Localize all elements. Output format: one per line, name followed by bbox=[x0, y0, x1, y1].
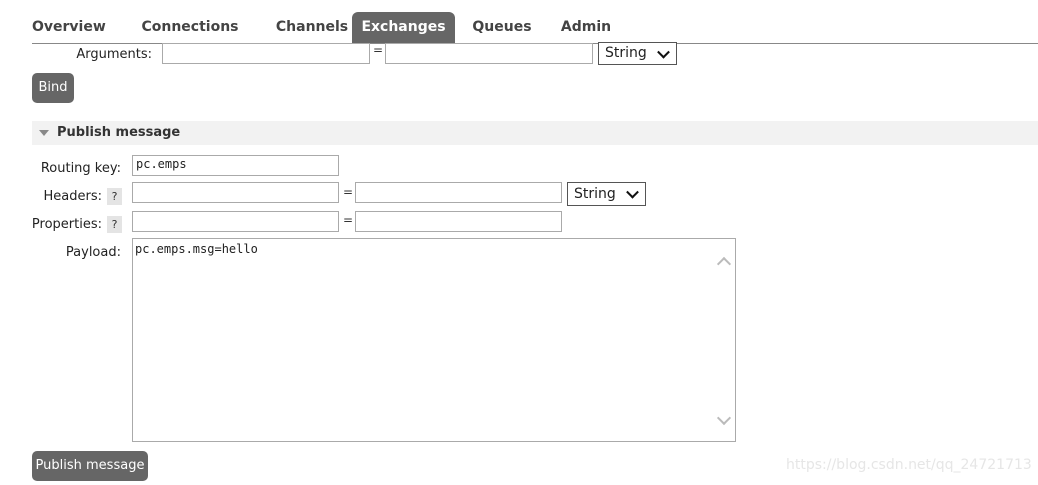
tab-connections[interactable]: Connections bbox=[130, 12, 250, 43]
routing-key-input[interactable]: pc.emps bbox=[132, 155, 339, 176]
payload-text: pc.emps.msg=hello bbox=[135, 242, 258, 256]
publish-message-button[interactable]: Publish message bbox=[32, 451, 148, 481]
bind-button[interactable]: Bind bbox=[32, 73, 74, 103]
headers-label: Headers: bbox=[43, 189, 103, 204]
header-type-value: String bbox=[574, 186, 616, 202]
property-value-input[interactable] bbox=[355, 211, 562, 232]
scroll-down-icon[interactable] bbox=[716, 410, 732, 426]
header-key-input[interactable] bbox=[132, 182, 339, 203]
properties-help-icon[interactable]: ? bbox=[107, 216, 122, 233]
nav-tabs: Overview Connections Channels Exchanges … bbox=[32, 12, 1038, 44]
property-key-input[interactable] bbox=[132, 211, 339, 232]
tab-overview[interactable]: Overview bbox=[32, 12, 106, 43]
headers-help-icon[interactable]: ? bbox=[107, 188, 122, 205]
scroll-up-icon[interactable] bbox=[716, 256, 732, 272]
tab-exchanges[interactable]: Exchanges bbox=[352, 12, 455, 43]
header-value-input[interactable] bbox=[355, 182, 562, 203]
argument-equals: = bbox=[373, 43, 384, 57]
tab-queues[interactable]: Queues bbox=[464, 12, 540, 43]
routing-key-label: Routing key: bbox=[40, 161, 121, 176]
payload-label: Payload: bbox=[65, 245, 121, 260]
argument-key-input[interactable] bbox=[162, 43, 370, 64]
properties-equals: = bbox=[343, 213, 354, 227]
properties-label: Properties: bbox=[31, 217, 102, 232]
arguments-label: Arguments: bbox=[76, 47, 152, 62]
argument-type-select[interactable]: String bbox=[598, 42, 677, 65]
headers-equals: = bbox=[343, 185, 354, 199]
tab-admin[interactable]: Admin bbox=[554, 12, 618, 43]
header-type-select[interactable]: String bbox=[567, 182, 646, 206]
tab-channels[interactable]: Channels bbox=[257, 12, 367, 43]
publish-section-header[interactable]: Publish message bbox=[32, 121, 1038, 145]
collapse-triangle-icon bbox=[39, 130, 49, 136]
argument-type-value: String bbox=[605, 45, 647, 61]
watermark-text: https://blog.csdn.net/qq_24721713 bbox=[786, 457, 1032, 473]
argument-value-input[interactable] bbox=[385, 43, 593, 64]
chevron-down-icon bbox=[626, 185, 639, 199]
payload-textarea[interactable]: pc.emps.msg=hello bbox=[132, 238, 736, 442]
publish-section-title: Publish message bbox=[57, 125, 181, 140]
chevron-down-icon bbox=[657, 45, 670, 59]
